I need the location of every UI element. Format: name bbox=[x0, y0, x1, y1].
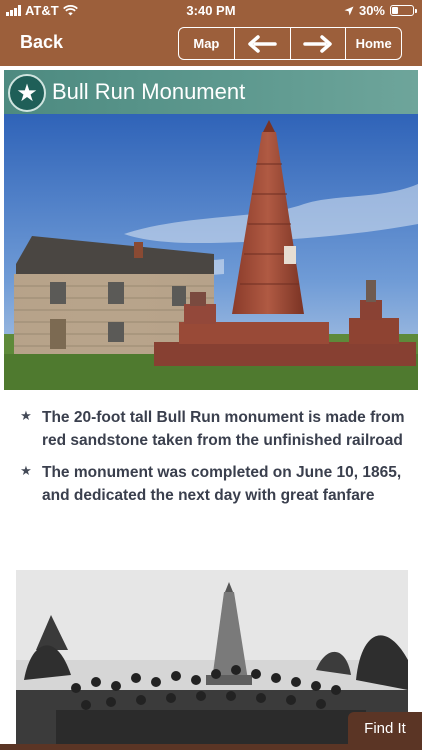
fact-list: ★ The 20-foot tall Bull Run monument is … bbox=[18, 406, 410, 516]
battery-icon bbox=[390, 5, 417, 16]
home-button[interactable]: Home bbox=[346, 28, 401, 59]
bottom-strip bbox=[0, 744, 422, 750]
nav-bar: Back Map Home bbox=[0, 22, 422, 66]
bullet-star-icon: ★ bbox=[20, 408, 32, 423]
fact-text: The 20-foot tall Bull Run monument is ma… bbox=[42, 409, 405, 449]
nav-button-group: Map Home bbox=[178, 27, 402, 60]
star-icon: ★ bbox=[8, 74, 46, 112]
title-band: ★ Bull Run Monument bbox=[4, 70, 418, 114]
map-button[interactable]: Map bbox=[179, 28, 235, 59]
next-button[interactable] bbox=[291, 28, 347, 59]
arrow-right-icon bbox=[303, 34, 332, 53]
list-item: ★ The monument was completed on June 10,… bbox=[18, 461, 410, 507]
status-bar: AT&T 3:40 PM 30% bbox=[0, 0, 422, 22]
status-right: 30% bbox=[344, 3, 417, 18]
find-it-button[interactable]: Find It bbox=[348, 712, 422, 744]
monument-photo bbox=[4, 114, 418, 390]
back-button[interactable]: Back bbox=[20, 32, 63, 53]
fact-text: The monument was completed on June 10, 1… bbox=[42, 464, 402, 504]
previous-button[interactable] bbox=[235, 28, 291, 59]
monument-photo-image bbox=[4, 114, 418, 390]
list-item: ★ The 20-foot tall Bull Run monument is … bbox=[18, 406, 410, 452]
location-arrow-icon bbox=[344, 6, 354, 15]
page-title: Bull Run Monument bbox=[52, 79, 246, 104]
bullet-star-icon: ★ bbox=[20, 463, 32, 478]
arrow-left-icon bbox=[248, 34, 277, 53]
battery-percent: 30% bbox=[358, 3, 385, 18]
